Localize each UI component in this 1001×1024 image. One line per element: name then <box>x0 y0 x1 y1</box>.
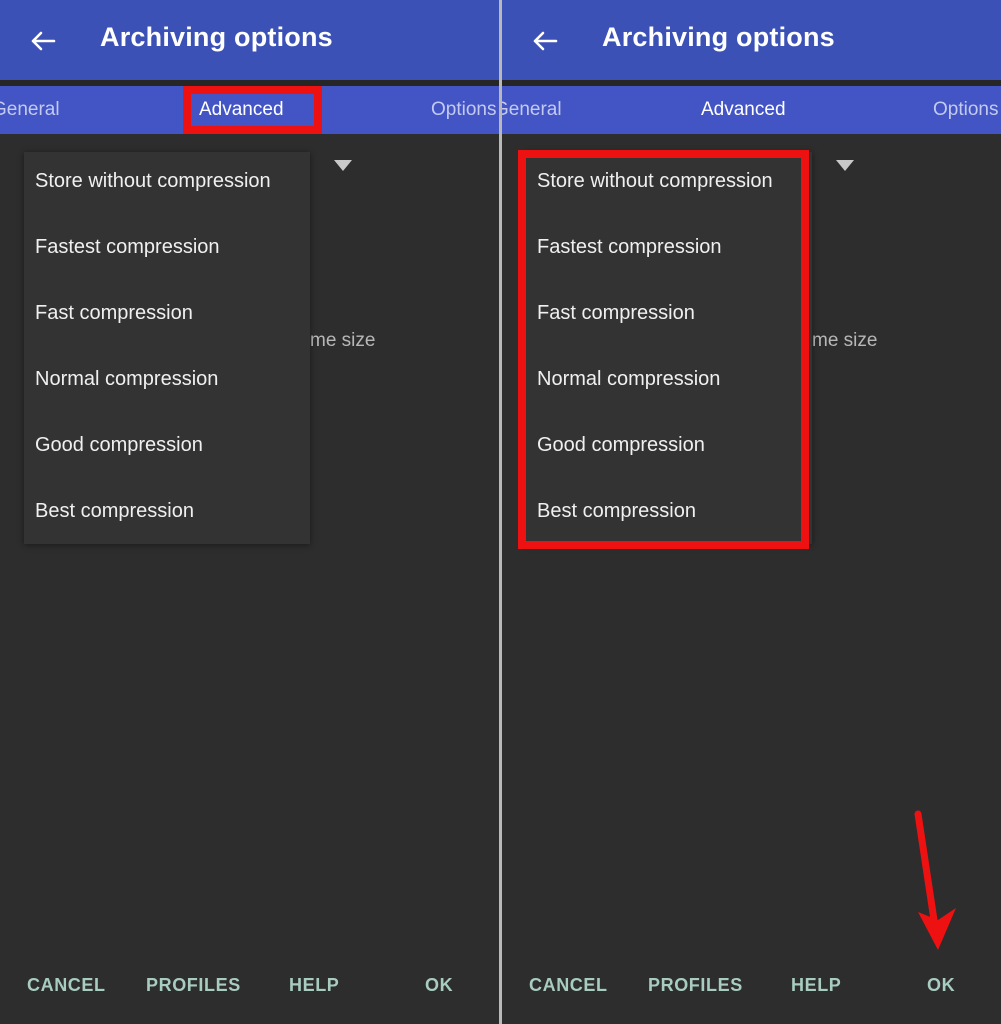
screenshot-panel-right: Archiving options General Advanced Optio… <box>502 0 1001 1024</box>
chevron-down-icon[interactable] <box>836 160 854 171</box>
tab-options[interactable]: Options <box>933 86 998 134</box>
cancel-button[interactable]: CANCEL <box>529 968 608 1002</box>
arrow-left-icon[interactable] <box>526 22 564 60</box>
help-button[interactable]: HELP <box>289 968 339 1002</box>
dropdown-item-fast-compression[interactable]: Fast compression <box>537 298 695 328</box>
cancel-button[interactable]: CANCEL <box>27 968 106 1002</box>
volume-size-partial-label: me size <box>812 330 878 351</box>
dropdown-item-store-without-compression[interactable]: Store without compression <box>537 166 773 196</box>
action-bar-left: CANCEL PROFILES HELP OK <box>0 952 499 1024</box>
screenshot-root: Archiving options General Advanced Optio… <box>0 0 1001 1024</box>
compression-level-dropdown-right: Store without compression Fastest compre… <box>526 152 812 544</box>
compression-level-dropdown-left: Store without compression Fastest compre… <box>24 152 310 544</box>
panel-divider <box>499 0 502 1024</box>
tab-options[interactable]: Options <box>431 86 496 134</box>
tab-bar-left: General Advanced Options <box>0 86 499 134</box>
content-area-right: me size Store without compression Fastes… <box>502 134 1001 1024</box>
page-title: Archiving options <box>100 22 333 52</box>
profiles-button[interactable]: PROFILES <box>146 968 241 1002</box>
tab-general[interactable]: General <box>0 86 60 134</box>
dropdown-item-fastest-compression[interactable]: Fastest compression <box>537 232 722 262</box>
dropdown-item-store-without-compression[interactable]: Store without compression <box>35 166 271 196</box>
page-title: Archiving options <box>602 22 835 52</box>
dropdown-item-fast-compression[interactable]: Fast compression <box>35 298 193 328</box>
app-bar-right: Archiving options <box>502 0 1001 80</box>
tab-advanced[interactable]: Advanced <box>199 86 284 134</box>
tab-advanced[interactable]: Advanced <box>701 86 786 134</box>
screenshot-panel-left: Archiving options General Advanced Optio… <box>0 0 499 1024</box>
arrow-left-icon[interactable] <box>24 22 62 60</box>
app-bar-left: Archiving options <box>0 0 499 80</box>
tab-bar-right: General Advanced Options <box>502 86 1001 215</box>
dropdown-item-good-compression[interactable]: Good compression <box>537 430 705 460</box>
content-area-left: me size Store without compression Fastes… <box>0 134 499 1024</box>
ok-button[interactable]: OK <box>425 968 453 1002</box>
action-bar-right: CANCEL PROFILES HELP OK <box>502 952 1001 1024</box>
ok-button[interactable]: OK <box>927 968 955 1002</box>
dropdown-item-good-compression[interactable]: Good compression <box>35 430 203 460</box>
dropdown-item-normal-compression[interactable]: Normal compression <box>537 364 720 394</box>
volume-size-partial-label: me size <box>310 330 376 351</box>
dropdown-item-best-compression[interactable]: Best compression <box>35 496 194 526</box>
dropdown-item-fastest-compression[interactable]: Fastest compression <box>35 232 220 262</box>
chevron-down-icon[interactable] <box>334 160 352 171</box>
help-button[interactable]: HELP <box>791 968 841 1002</box>
tab-general[interactable]: General <box>502 86 562 134</box>
dropdown-item-normal-compression[interactable]: Normal compression <box>35 364 218 394</box>
dropdown-item-best-compression[interactable]: Best compression <box>537 496 696 526</box>
profiles-button[interactable]: PROFILES <box>648 968 743 1002</box>
